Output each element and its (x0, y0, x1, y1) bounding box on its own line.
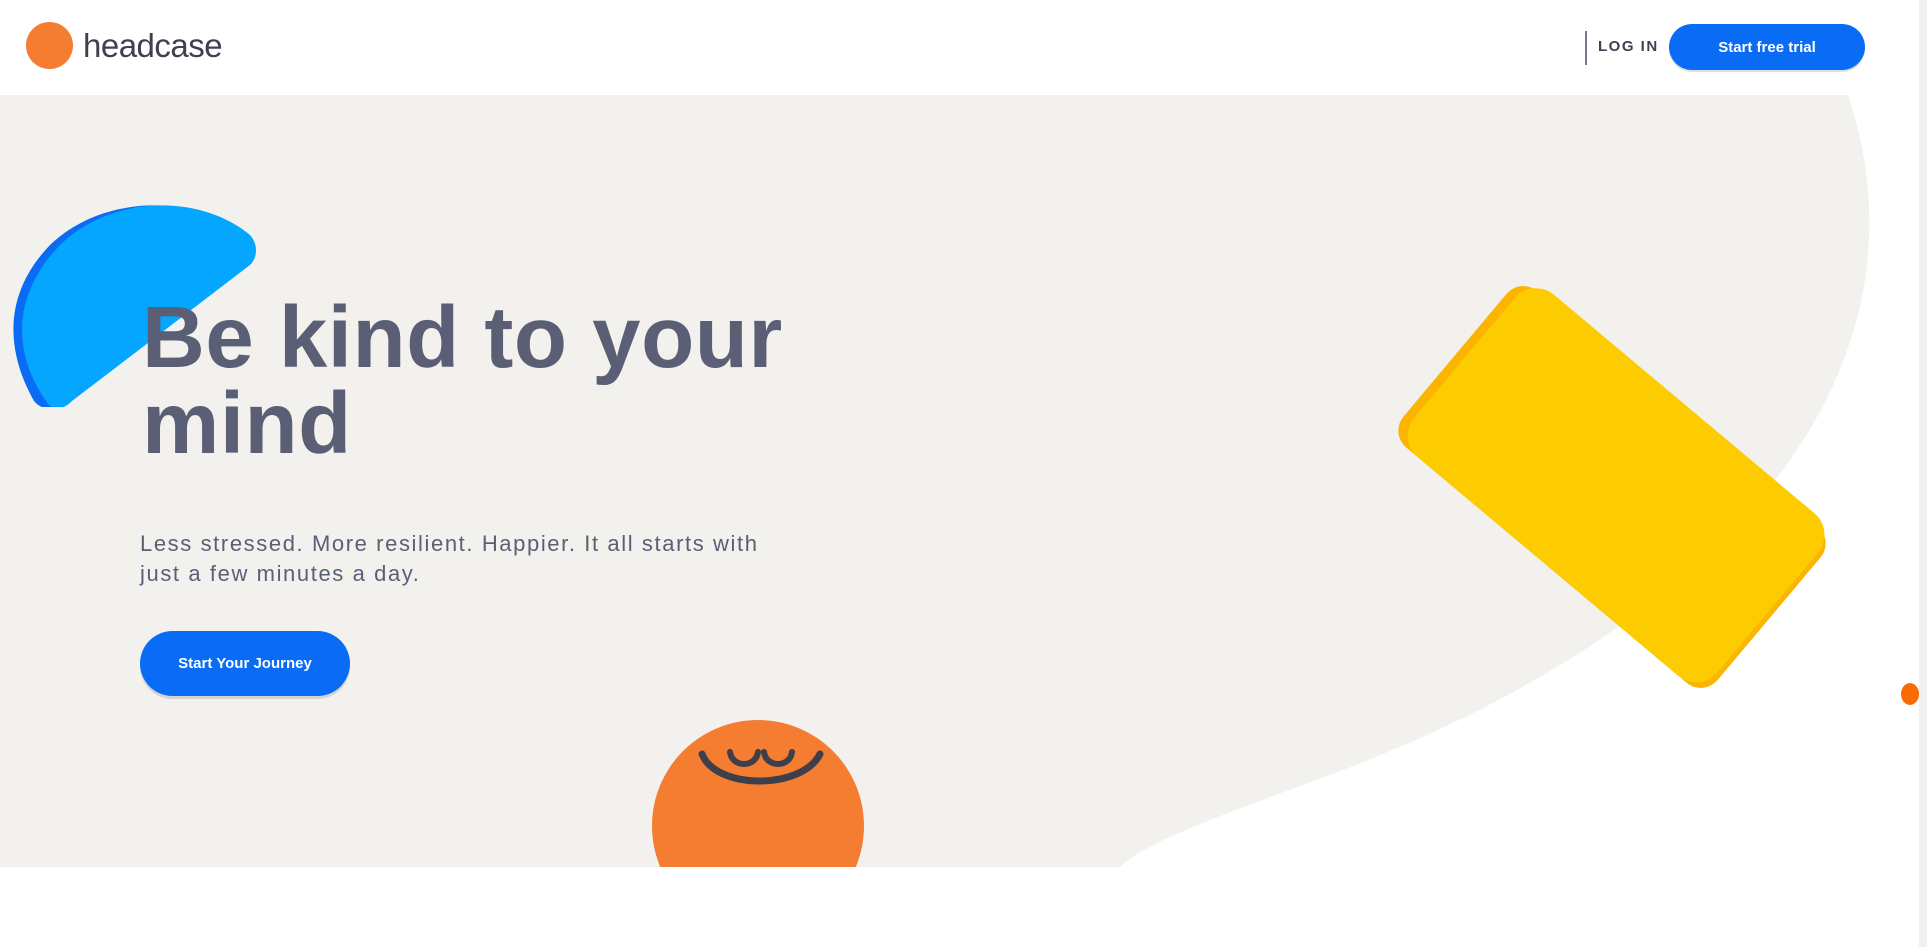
smiling-character-icon (652, 720, 864, 867)
start-your-journey-button[interactable]: Start Your Journey (140, 631, 350, 696)
nav-divider (1585, 31, 1587, 65)
side-dot-handle[interactable] (1901, 683, 1919, 705)
login-link[interactable]: LOG IN (1598, 36, 1659, 58)
hero-subhead: Less stressed. More resilient. Happier. … (140, 531, 759, 586)
page-scrollbar[interactable] (1919, 0, 1927, 947)
start-free-trial-button[interactable]: Start free trial (1669, 24, 1865, 70)
hero-headline: Be kind to your mind (142, 289, 783, 472)
site-header: headcase LOG IN Start free trial (0, 0, 1927, 95)
yellow-rectangle-icon (1398, 286, 1826, 688)
logo-link[interactable]: headcase (26, 22, 223, 69)
logo-circle-icon (26, 22, 73, 69)
hero-section: Be kind to your mind Less stressed. More… (0, 95, 1927, 867)
page: headcase LOG IN Start free trial Be kind… (0, 0, 1927, 947)
logo-wordmark: headcase (83, 27, 223, 64)
